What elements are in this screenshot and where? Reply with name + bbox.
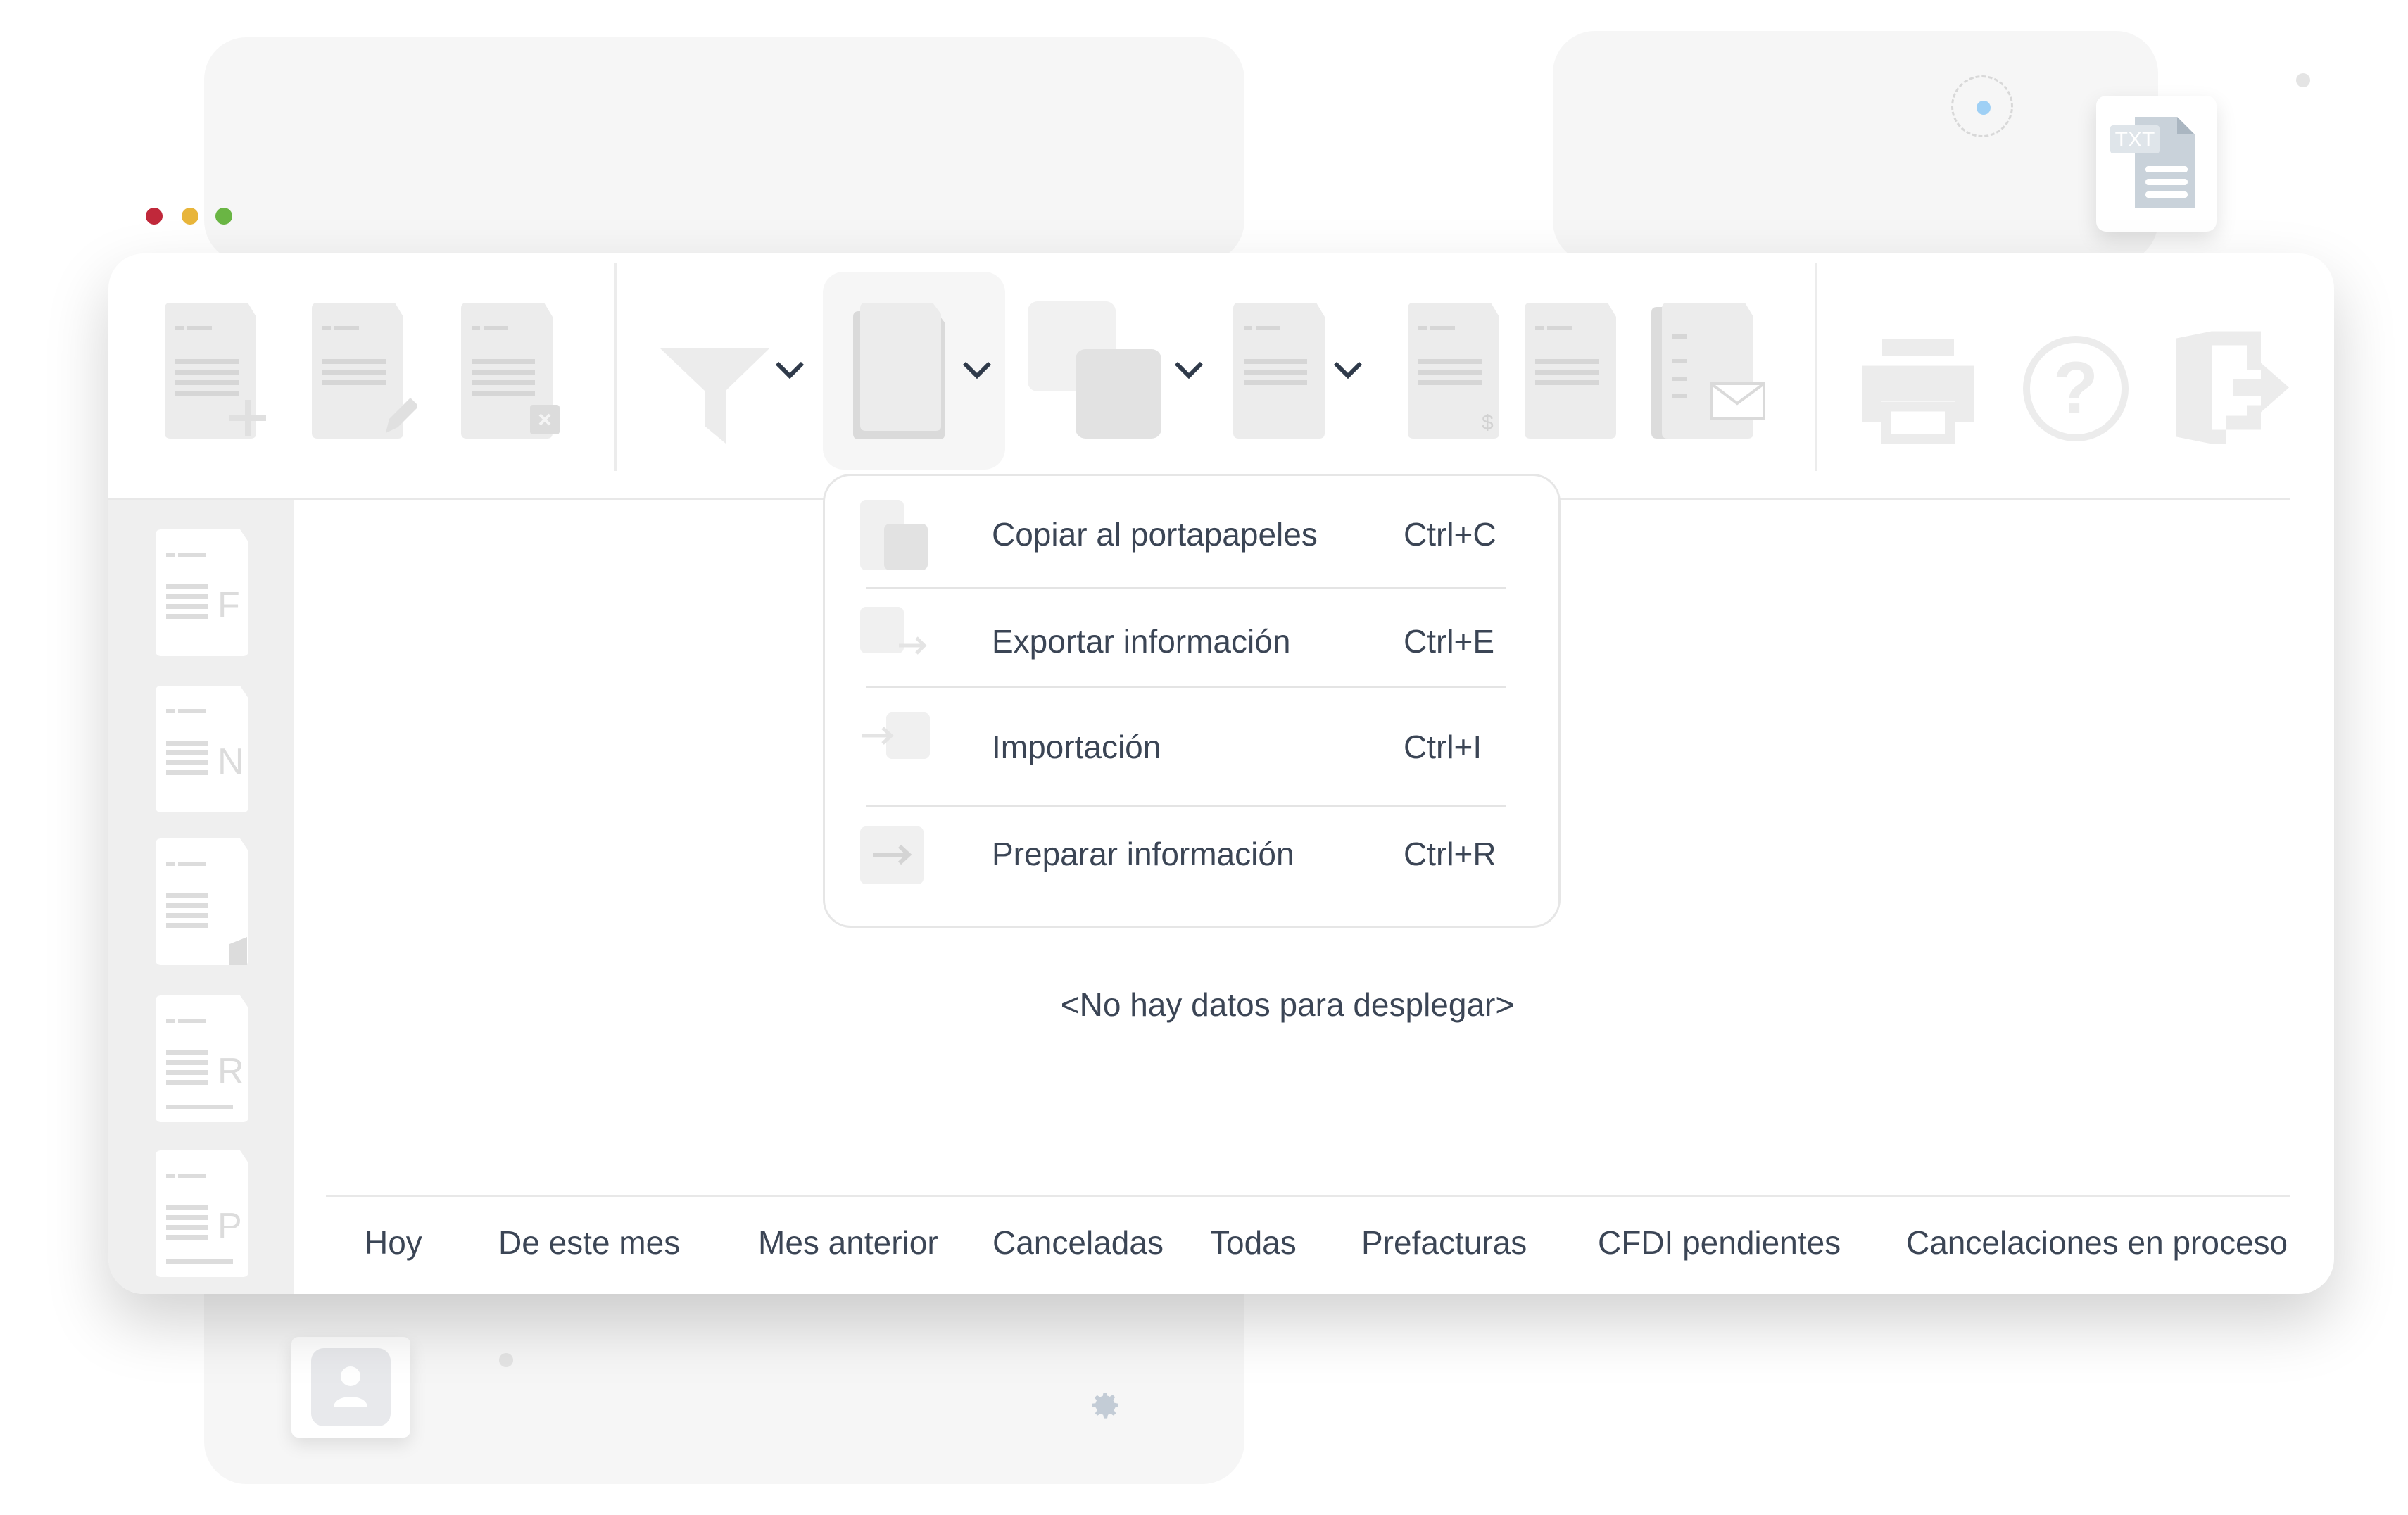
svg-text:?: ?	[2053, 347, 2098, 429]
sidebar-item-letter: N	[218, 741, 244, 782]
minimize-window-button[interactable]	[182, 208, 198, 225]
document-icon: N	[156, 686, 248, 812]
menu-separator	[866, 587, 1506, 589]
cancel-document-button[interactable]	[461, 303, 563, 440]
svg-text:$: $	[1482, 411, 1494, 434]
close-window-button[interactable]	[146, 208, 163, 225]
new-document-button[interactable]	[165, 303, 267, 440]
sidebar-item-document[interactable]	[156, 838, 251, 972]
document-mail-icon[interactable]	[1651, 303, 1767, 440]
sidebar-item-f[interactable]: F	[156, 529, 251, 656]
menu-item-prepare[interactable]: Preparar información Ctrl+R	[825, 805, 1558, 904]
printer-icon[interactable]	[1862, 320, 1974, 458]
exit-icon[interactable]	[2176, 319, 2289, 456]
toolbar-divider	[614, 263, 617, 471]
tab-canceladas[interactable]: Canceladas	[992, 1224, 1164, 1262]
toolbar-divider	[1815, 263, 1817, 471]
copy-icon[interactable]	[850, 303, 952, 440]
document-icon[interactable]	[1233, 303, 1325, 440]
user-icon	[311, 1348, 391, 1426]
sidebar-item-n[interactable]: N	[156, 686, 251, 812]
menu-item-shortcut: Ctrl+E	[1404, 623, 1495, 660]
menu-item-label: Preparar información	[992, 836, 1294, 872]
dot	[2296, 73, 2310, 87]
sidebar-item-letter: P	[218, 1206, 242, 1247]
menu-item-copy[interactable]: Copiar al portapapeles Ctrl+C	[825, 486, 1558, 584]
help-icon[interactable]: ?	[2022, 320, 2131, 458]
prepare-icon	[860, 826, 924, 884]
sidebar-item-r[interactable]: R	[156, 995, 251, 1122]
loading-circle-icon	[1951, 75, 2013, 137]
tab-de-este-mes[interactable]: De este mes	[498, 1224, 680, 1262]
maximize-window-button[interactable]	[215, 208, 232, 225]
copy-chevron-down-icon[interactable]	[962, 359, 992, 380]
menu-item-label: Exportar información	[992, 623, 1291, 660]
menu-item-export[interactable]: Exportar información Ctrl+E	[825, 593, 1558, 691]
duplicate-chevron-down-icon[interactable]	[1173, 359, 1204, 380]
import-icon	[862, 712, 930, 759]
txt-file-icon: TXT	[2110, 117, 2195, 208]
tab-cancelaciones-en-proceso[interactable]: Cancelaciones en proceso	[1906, 1224, 2288, 1262]
tab-prefacturas[interactable]: Prefacturas	[1361, 1224, 1527, 1262]
copy-dropdown-menu: Copiar al portapapeles Ctrl+C Exportar i…	[823, 474, 1561, 928]
export-icon	[860, 607, 927, 655]
edit-document-button[interactable]	[312, 303, 417, 440]
menu-item-shortcut: Ctrl+I	[1404, 729, 1482, 765]
user-card	[291, 1337, 410, 1438]
filter-chevron-down-icon[interactable]	[774, 359, 805, 380]
menu-item-shortcut: Ctrl+R	[1404, 836, 1496, 872]
document-icon: R	[156, 995, 248, 1122]
document-icon	[156, 838, 248, 972]
tabs-separator	[326, 1195, 2290, 1197]
menu-item-label: Importación	[992, 729, 1161, 765]
menu-item-label: Copiar al portapapeles	[992, 516, 1318, 553]
tab-cfdi-pendientes[interactable]: CFDI pendientes	[1598, 1224, 1841, 1262]
menu-item-import[interactable]: Importación Ctrl+I	[825, 698, 1558, 797]
sidebar-item-letter: F	[218, 585, 240, 626]
txt-file-card: TXT	[2096, 96, 2217, 232]
filter-icon[interactable]	[660, 327, 769, 465]
document-icon[interactable]	[1525, 303, 1616, 440]
menu-item-shortcut: Ctrl+C	[1404, 516, 1496, 553]
tab-mes-anterior[interactable]: Mes anterior	[758, 1224, 938, 1262]
document-chevron-down-icon[interactable]	[1332, 359, 1363, 380]
sidebar-item-letter: R	[218, 1051, 244, 1092]
sidebar-item-p[interactable]: P	[156, 1150, 251, 1277]
squares-icon[interactable]	[1028, 301, 1161, 439]
background-card-top-right	[1553, 31, 2158, 263]
gear-icon	[1092, 1393, 1118, 1419]
tab-hoy[interactable]: Hoy	[365, 1224, 422, 1262]
document-dollar-icon[interactable]: $	[1408, 303, 1499, 440]
menu-separator	[866, 686, 1506, 688]
background-card-top-left	[204, 37, 1244, 263]
document-icon: P	[156, 1150, 248, 1277]
svg-text:TXT: TXT	[2115, 128, 2155, 151]
empty-state-message: <No hay datos para desplegar>	[1060, 986, 1515, 1023]
document-icon: F	[156, 529, 248, 656]
copy-icon	[860, 500, 928, 570]
tab-todas[interactable]: Todas	[1210, 1224, 1297, 1262]
dot	[499, 1353, 513, 1367]
